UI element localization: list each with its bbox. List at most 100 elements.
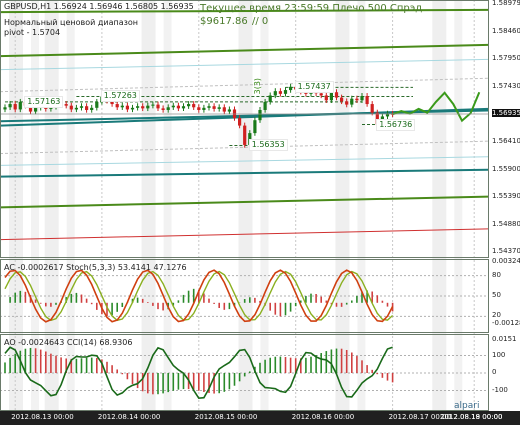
pane-axis-label: 80 <box>492 270 501 279</box>
candle-body <box>13 104 17 110</box>
session-band <box>454 0 463 411</box>
price-tick-label: 1.57430 <box>492 82 520 91</box>
candle-body <box>197 107 201 110</box>
candle-body <box>95 101 99 108</box>
symbol-header: GBPUSD,H1 1.56924 1.56946 1.56805 1.5693… <box>4 2 194 11</box>
candle-body <box>156 104 160 109</box>
balance-overlay: $9617.86 <box>200 16 248 27</box>
indicator-name: Нормальный ценовой диапазон <box>4 18 139 27</box>
session-band <box>163 0 172 411</box>
pane-axis-label: 50 <box>492 291 501 299</box>
pivot-label: pivot - 1.5704 <box>4 28 61 37</box>
candle-body <box>334 92 339 98</box>
candle-body <box>176 105 180 109</box>
candle-body <box>34 107 38 112</box>
candle-body <box>79 106 84 108</box>
candle-body <box>181 106 186 109</box>
chart-canvas: 3(3) <box>0 0 520 425</box>
candle-body <box>64 104 68 106</box>
candle-body <box>74 107 78 110</box>
candle-body <box>258 109 262 121</box>
pane-axis-label: 0.00324 <box>492 257 520 265</box>
time-tick-label: 2012.08.19 00:00 <box>440 413 503 421</box>
candle-body <box>263 101 267 110</box>
candle-body <box>192 104 196 108</box>
candle-body <box>360 95 364 101</box>
candle-body <box>365 95 369 105</box>
session-band <box>260 0 269 411</box>
pane-axis-label: -100 <box>492 385 508 394</box>
candle-body <box>130 107 135 110</box>
pane-axis-label: 100 <box>492 350 506 359</box>
candle-body <box>207 106 211 108</box>
price-tick-label: 1.57950 <box>492 54 520 63</box>
candle-body <box>273 91 277 96</box>
price-tick-label: 1.54880 <box>492 219 520 228</box>
chart-window: 3(3) GBPUSD,H1 1.56924 1.56946 1.56805 1… <box>0 0 520 425</box>
level-tag: 1.56353 <box>248 139 288 152</box>
server-time-overlay: Текущее время 23:59:59 Плечо 500 Спрэд <box>200 3 423 14</box>
pane-axis-label: 0.0151 <box>492 335 517 343</box>
candle-body <box>141 106 145 109</box>
candle-body <box>90 107 94 110</box>
candle-body <box>227 109 231 112</box>
candle-body <box>151 104 155 106</box>
time-tick-label: 2012.08.14 00:00 <box>97 413 161 421</box>
balance-suffix: // 0 <box>252 16 269 27</box>
candle-body <box>243 125 247 145</box>
session-band <box>141 0 156 411</box>
candle-body <box>370 104 374 113</box>
candle-body <box>329 92 333 101</box>
candle-body <box>324 95 328 101</box>
price-tick-label: 1.55900 <box>492 164 520 173</box>
candle-body <box>253 120 257 134</box>
time-tick-label: 2012.08.15 00:00 <box>194 413 258 421</box>
price-tick-label: 1.55390 <box>492 192 520 201</box>
candle-body <box>166 107 170 110</box>
candle-body <box>3 107 7 110</box>
ac-pane-label: AC -0.0002617 Stoch(5,3,3) 53.4141 47.12… <box>4 263 187 272</box>
candle-body <box>212 106 216 109</box>
current-price-label: 1.56935 <box>492 109 520 117</box>
candle-body <box>319 93 323 96</box>
price-tick-label: 1.58460 <box>492 26 520 35</box>
session-band <box>432 0 447 411</box>
candle-body <box>115 104 119 108</box>
candle-body <box>350 98 354 105</box>
candle-body <box>283 90 288 94</box>
candle-body <box>345 101 349 105</box>
pane-axis-label: -0.00128 <box>492 319 520 327</box>
candle-body <box>217 107 221 109</box>
candle-body <box>202 107 206 110</box>
session-band <box>238 0 253 411</box>
candle-body <box>340 97 344 102</box>
candle-body <box>161 108 165 110</box>
candle-body <box>136 106 140 108</box>
candle-body <box>8 104 12 108</box>
level-tag: 1.57437 <box>294 81 334 93</box>
candle-body <box>18 101 22 110</box>
candle-body <box>238 118 242 126</box>
candle-body <box>85 106 89 110</box>
ao-pane-label: AO -0.0024643 CCI(14) 68.9306 <box>4 338 133 347</box>
pane-axis-label: 0 <box>492 368 497 376</box>
candle-body <box>289 86 293 91</box>
session-band <box>9 0 23 411</box>
price-tick-label: 1.56410 <box>492 137 520 146</box>
candle-body <box>278 91 282 94</box>
candle-body <box>355 98 359 101</box>
time-tick-label: 2012.08.13 00:00 <box>11 413 74 421</box>
candle-body <box>125 105 129 110</box>
level-tag: 1.56736 <box>376 118 416 131</box>
candle-body <box>171 105 175 108</box>
candle-body <box>187 104 191 107</box>
candle-body <box>146 105 150 109</box>
candle-body <box>222 107 226 112</box>
wave-count-label: 3(3) <box>253 78 262 94</box>
candle-body <box>268 95 272 102</box>
alpari-logo: alpari <box>454 401 480 411</box>
level-tag: 1.57163 <box>24 95 64 108</box>
level-tag: 1.57263 <box>100 90 140 103</box>
candle-body <box>120 105 124 108</box>
time-tick-label: 2012.08.16 00:00 <box>291 413 355 421</box>
